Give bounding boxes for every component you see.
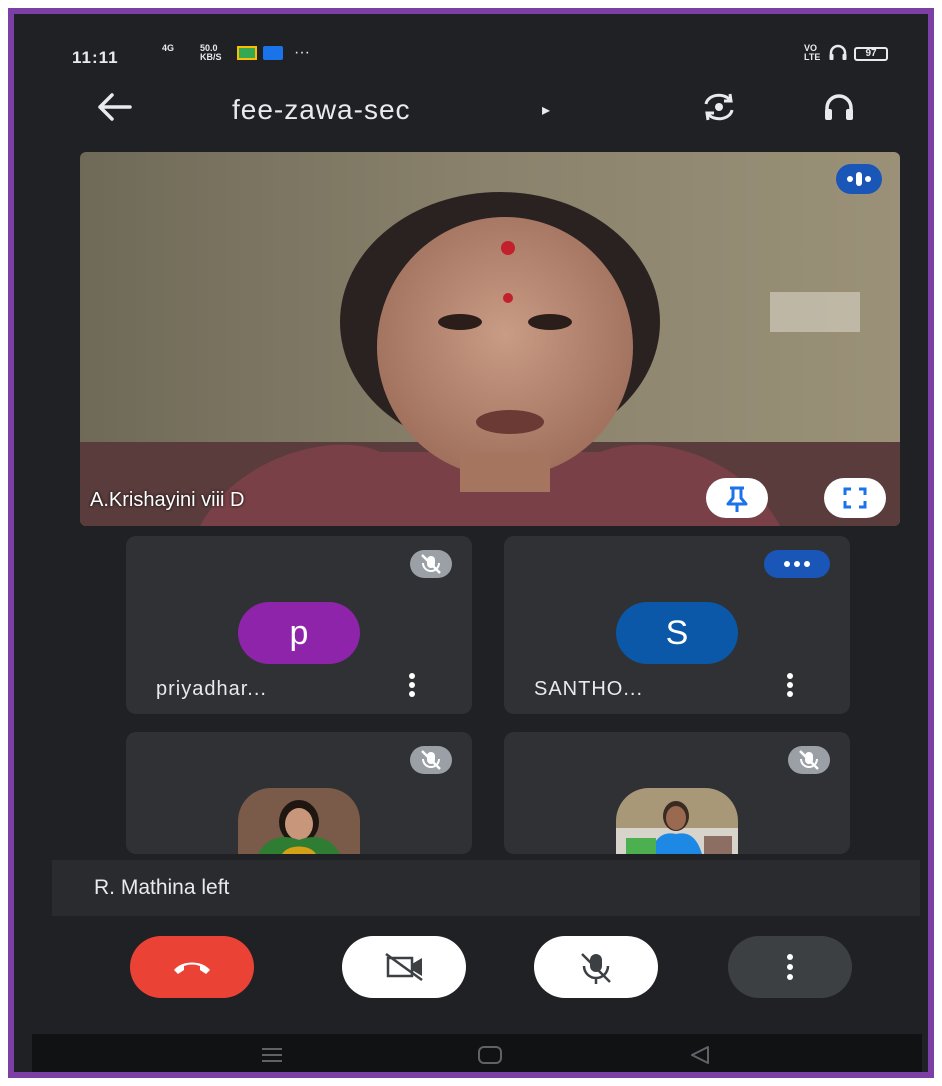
participant-tile[interactable]	[504, 732, 850, 854]
fullscreen-icon[interactable]	[824, 478, 886, 518]
volte-bottom: LTE	[804, 52, 821, 62]
participant-name: priyadhar...	[156, 678, 267, 700]
mic-off-icon	[410, 746, 452, 774]
meeting-info-arrow-icon[interactable]: ▸	[542, 100, 550, 120]
camera-off-icon	[385, 952, 423, 982]
participant-tile[interactable]	[126, 732, 472, 854]
net-speed-unit: KB/S	[200, 52, 222, 62]
more-vert-icon[interactable]	[408, 672, 416, 698]
speaking-indicator-icon	[836, 164, 882, 194]
avatar: S	[616, 602, 738, 664]
participant-tile[interactable]: p priyadhar...	[126, 536, 472, 714]
participant-photo	[238, 788, 360, 854]
meeting-code[interactable]: fee-zawa-sec	[232, 94, 411, 126]
pin-icon[interactable]	[706, 478, 768, 518]
main-video-tile[interactable]: A.Krishayini viii D	[80, 152, 900, 526]
participant-name: SANTHO...	[534, 678, 644, 700]
phone-screen: 11:11 4G 50.0 KB/S ··· VO LTE 97 fee-zawa-…	[32, 30, 922, 1072]
more-options-button[interactable]	[728, 936, 852, 998]
more-vert-icon[interactable]	[786, 672, 794, 698]
participant-photo	[616, 788, 738, 854]
screenshot-frame: 11:11 4G 50.0 KB/S ··· VO LTE 97 fee-zawa-…	[8, 8, 934, 1078]
recents-icon[interactable]	[260, 1046, 284, 1069]
battery-level: 97	[854, 47, 888, 61]
mic-off-icon	[788, 746, 830, 774]
speaking-dots-icon	[764, 550, 830, 578]
main-participant-name: A.Krishayini viii D	[90, 489, 245, 511]
home-icon[interactable]	[476, 1044, 504, 1071]
more-vert-icon	[787, 954, 793, 980]
headset-status-icon	[828, 44, 848, 67]
more-notifications: ···	[294, 44, 310, 61]
switch-camera-icon[interactable]	[700, 92, 738, 122]
back-arrow-icon[interactable]	[94, 90, 134, 130]
meeting-header: fee-zawa-sec ▸	[32, 86, 922, 136]
notice-text: R. Mathina left	[94, 876, 230, 899]
participant-left-notice: R. Mathina left	[52, 860, 920, 916]
end-call-button[interactable]	[130, 936, 254, 998]
avatar: p	[238, 602, 360, 664]
meet-app-icon	[237, 46, 257, 60]
end-call-icon	[174, 962, 210, 974]
mic-toggle-button[interactable]	[534, 936, 658, 998]
status-time: 11:11	[72, 48, 119, 67]
volte-indicator: VO LTE	[804, 44, 820, 62]
main-video-feed	[80, 152, 900, 526]
signal-indicator: 4G	[162, 43, 175, 53]
back-nav-icon[interactable]	[688, 1044, 712, 1071]
mic-off-icon	[410, 550, 452, 578]
camera-toggle-button[interactable]	[342, 936, 466, 998]
participant-tile[interactable]: S SANTHO...	[504, 536, 850, 714]
audio-output-icon[interactable]	[822, 92, 856, 124]
net-speed: 50.0 KB/S	[200, 44, 222, 62]
mic-off-icon	[581, 953, 611, 984]
status-bar: 11:11 4G 50.0 KB/S ··· VO LTE 97	[32, 30, 922, 76]
system-nav-bar	[32, 1034, 922, 1072]
phone-app-icon	[263, 46, 283, 60]
